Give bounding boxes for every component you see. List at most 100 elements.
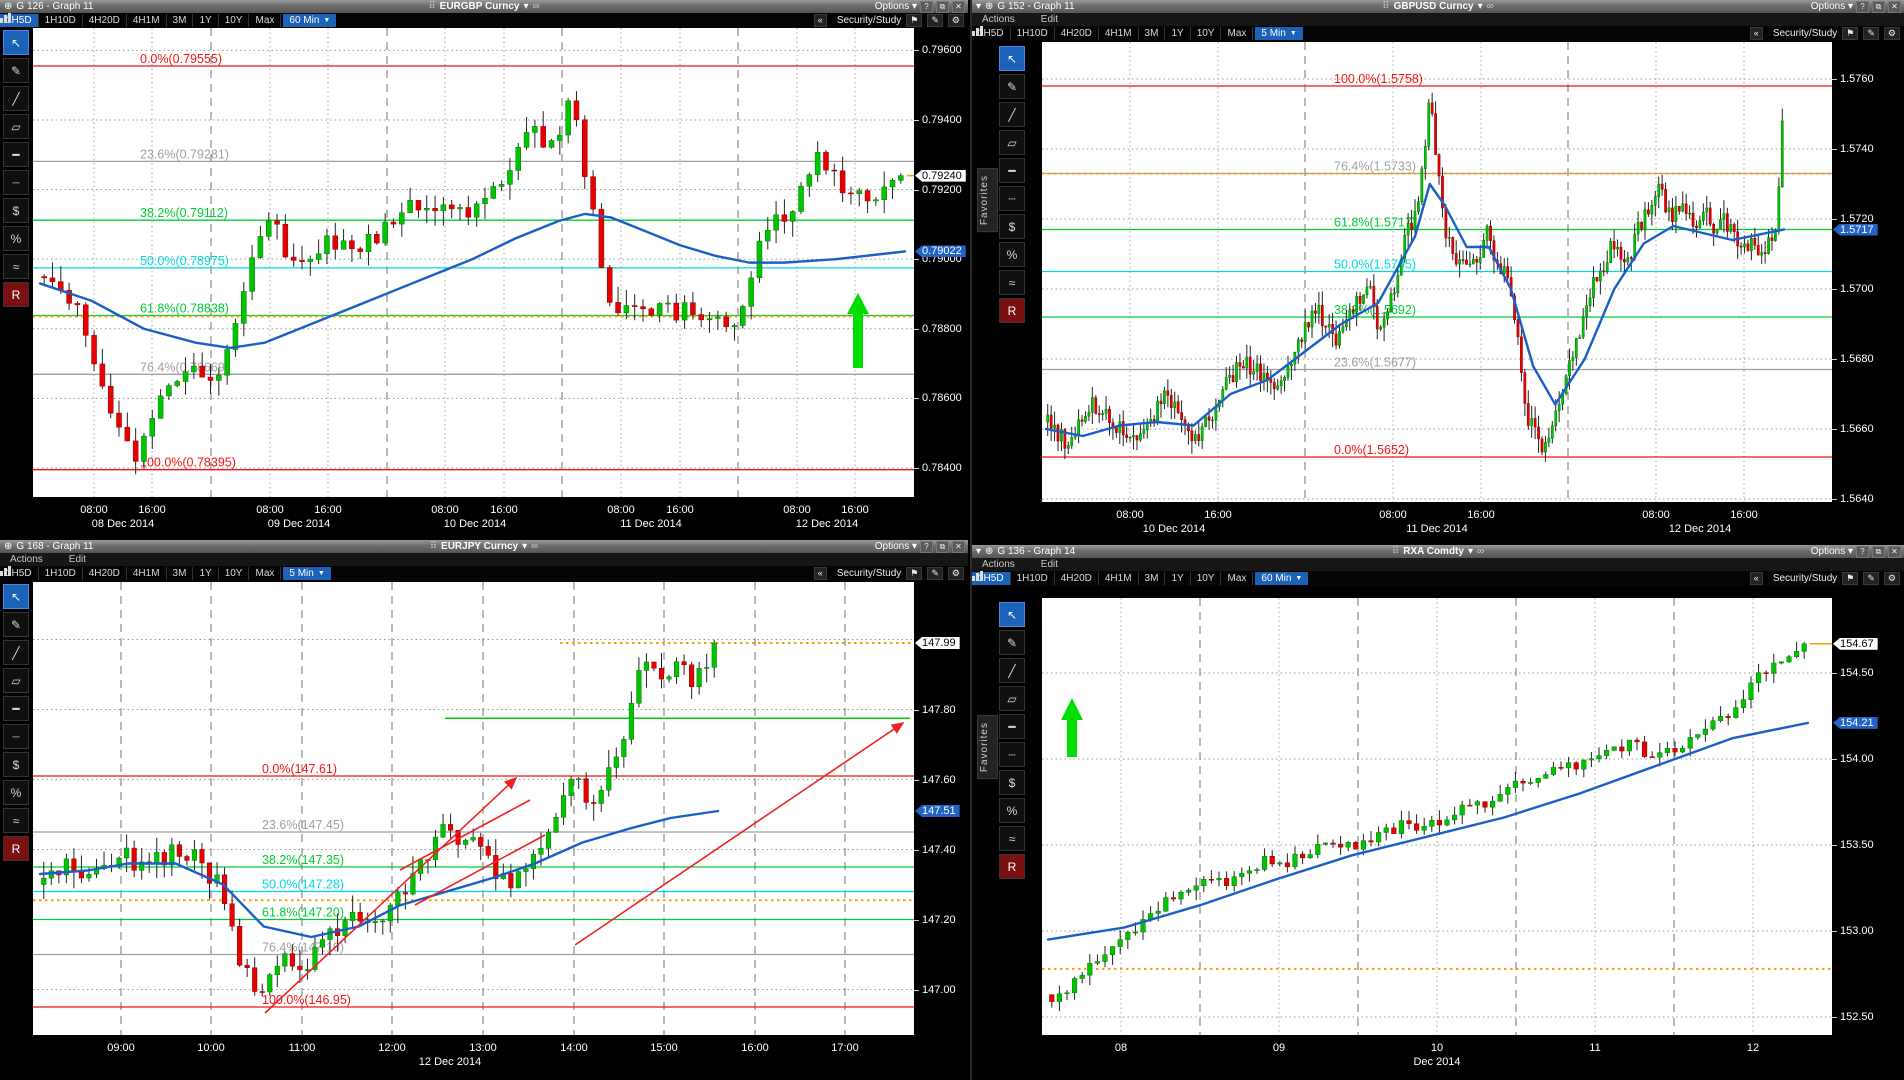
pin-icon[interactable]: ⊕ (985, 546, 993, 557)
wave-tool-button[interactable]: ≈ (3, 808, 29, 833)
help-button[interactable]: ? (920, 540, 933, 553)
pin-icon[interactable]: ⊕ (4, 1, 12, 12)
tab-1y[interactable]: 1Y (1165, 572, 1191, 585)
edit-icon[interactable]: ✎ (927, 14, 943, 27)
tab-4h20d[interactable]: 4H20D (83, 567, 127, 580)
drag-grip-icon[interactable]: ⠿ (1392, 546, 1399, 557)
panel-titlebar[interactable]: ▾ ⊕ G 136 - Graph 14 ⠿ RXA Comdty ▾ ∞ Options ▾… (972, 545, 1904, 558)
security-name[interactable]: RXA Comdty (1403, 546, 1464, 557)
tab-4h20d[interactable]: 4H20D (83, 14, 127, 27)
edit-icon[interactable]: ✎ (1863, 27, 1879, 40)
price-label-dollar-tool-button[interactable]: $ (999, 770, 1025, 795)
panel-titlebar[interactable]: ▾ ⊕ G 152 - Graph 11 ⠿ GBPUSD Curncy ▾ ∞ Option… (972, 0, 1904, 13)
price-label-percent-tool-button[interactable]: % (3, 226, 29, 251)
restore-button[interactable]: ⧉ (936, 540, 949, 553)
price-label-percent-tool-button[interactable]: % (3, 780, 29, 805)
options-menu[interactable]: Options ▾ (1811, 1, 1853, 12)
link-icon[interactable]: ∞ (533, 1, 540, 12)
price-label-percent-tool-button[interactable]: % (999, 242, 1025, 267)
gear-icon[interactable]: ⚙ (1883, 27, 1900, 40)
drag-grip-icon[interactable]: ⠿ (1382, 1, 1389, 12)
help-button[interactable]: ? (1856, 545, 1869, 558)
tab-4h20d[interactable]: 4H20D (1055, 27, 1099, 40)
horizontal-line-tool-button[interactable]: ━ (999, 714, 1025, 739)
gear-icon[interactable]: ⚙ (947, 14, 964, 27)
price-label-percent-tool-button[interactable]: % (999, 798, 1025, 823)
flag-icon[interactable]: ⚑ (1842, 27, 1859, 40)
horizontal-line-tool-button[interactable]: ━ (3, 142, 29, 167)
link-icon[interactable]: ∞ (531, 541, 538, 552)
channel-tool-button[interactable]: ▱ (999, 130, 1025, 155)
price-label-dollar-tool-button[interactable]: $ (3, 752, 29, 777)
favorites-tab[interactable]: Favorites (977, 715, 998, 780)
security-dropdown-icon[interactable]: ▾ (524, 1, 529, 12)
tab-3m[interactable]: 3M (1139, 27, 1166, 40)
panel-titlebar[interactable]: ⊕ G 168 - Graph 11 ⠿ EURJPY Curncy ▾ ∞ Options… (0, 540, 968, 553)
trendline-tool-button[interactable]: ╱ (3, 86, 29, 111)
pin-icon[interactable]: ⊕ (985, 1, 993, 12)
ray-tool-button[interactable]: ┈ (3, 170, 29, 195)
ray-tool-button[interactable]: ┈ (999, 742, 1025, 767)
channel-tool-button[interactable]: ▱ (999, 686, 1025, 711)
options-menu[interactable]: Options ▾ (1811, 546, 1853, 557)
close-button[interactable]: ✕ (1888, 545, 1901, 558)
security-name[interactable]: EURGBP Curncy (440, 1, 520, 12)
collapse-left-button[interactable]: « (813, 14, 827, 27)
interval-dropdown[interactable]: 60 Min ▼ (283, 14, 337, 27)
tab-1h10d[interactable]: 1H10D (1011, 572, 1055, 585)
close-button[interactable]: ✕ (1888, 0, 1901, 13)
interval-dropdown[interactable]: 60 Min ▼ (1255, 572, 1309, 585)
security-study-label[interactable]: Security/Study (1773, 573, 1837, 584)
help-button[interactable]: ? (920, 0, 933, 13)
tab-1y[interactable]: 1Y (193, 14, 219, 27)
channel-tool-button[interactable]: ▱ (3, 114, 29, 139)
restore-button[interactable]: ⧉ (936, 0, 949, 13)
menu-item-actions[interactable]: Actions (10, 554, 43, 565)
restore-button[interactable]: ⧉ (1872, 545, 1885, 558)
gear-icon[interactable]: ⚙ (1883, 572, 1900, 585)
collapse-left-button[interactable]: « (1749, 27, 1763, 40)
tab-10y[interactable]: 10Y (1191, 572, 1222, 585)
edit-icon[interactable]: ✎ (1863, 572, 1879, 585)
pointer-tool-button[interactable]: ↖ (3, 584, 29, 609)
close-button[interactable]: ✕ (952, 0, 965, 13)
tab-10y[interactable]: 10Y (219, 567, 250, 580)
trendline-tool-button[interactable]: ╱ (999, 102, 1025, 127)
security-name[interactable]: GBPUSD Curncy (1394, 1, 1474, 12)
security-dropdown-icon[interactable]: ▾ (522, 541, 527, 552)
collapse-icon[interactable]: ▾ (976, 546, 981, 557)
link-icon[interactable]: ∞ (1487, 1, 1494, 12)
menu-item-edit[interactable]: Edit (1041, 559, 1058, 570)
ray-tool-button[interactable]: ┈ (999, 186, 1025, 211)
pencil-tool-button[interactable]: ✎ (999, 74, 1025, 99)
collapse-left-button[interactable]: « (813, 567, 827, 580)
options-menu[interactable]: Options ▾ (875, 1, 917, 12)
flag-icon[interactable]: ⚑ (1842, 572, 1859, 585)
security-dropdown-icon[interactable]: ▾ (1468, 546, 1473, 557)
regression-tool-button[interactable]: R (3, 282, 29, 307)
menu-item-actions[interactable]: Actions (982, 14, 1015, 25)
collapse-icon[interactable]: ▾ (976, 1, 981, 12)
tab-4h1m[interactable]: 4H1M (127, 14, 167, 27)
ray-tool-button[interactable]: ┈ (3, 724, 29, 749)
pointer-tool-button[interactable]: ↖ (999, 602, 1025, 627)
security-study-label[interactable]: Security/Study (837, 15, 901, 26)
pencil-tool-button[interactable]: ✎ (3, 612, 29, 637)
tab-max[interactable]: Max (1221, 572, 1254, 585)
tab-10y[interactable]: 10Y (1191, 27, 1222, 40)
tab-4h1m[interactable]: 4H1M (127, 567, 167, 580)
flag-icon[interactable]: ⚑ (906, 567, 923, 580)
security-study-label[interactable]: Security/Study (1773, 28, 1837, 39)
tab-max[interactable]: Max (249, 14, 282, 27)
tab-1h10d[interactable]: 1H10D (1011, 27, 1055, 40)
regression-tool-button[interactable]: R (999, 298, 1025, 323)
tab-4h1m[interactable]: 4H1M (1099, 572, 1139, 585)
pointer-tool-button[interactable]: ↖ (999, 46, 1025, 71)
collapse-left-button[interactable]: « (1749, 572, 1763, 585)
interval-dropdown[interactable]: 5 Min ▼ (283, 567, 331, 580)
trendline-tool-button[interactable]: ╱ (3, 640, 29, 665)
gear-icon[interactable]: ⚙ (947, 567, 964, 580)
wave-tool-button[interactable]: ≈ (999, 270, 1025, 295)
channel-tool-button[interactable]: ▱ (3, 668, 29, 693)
pencil-tool-button[interactable]: ✎ (999, 630, 1025, 655)
